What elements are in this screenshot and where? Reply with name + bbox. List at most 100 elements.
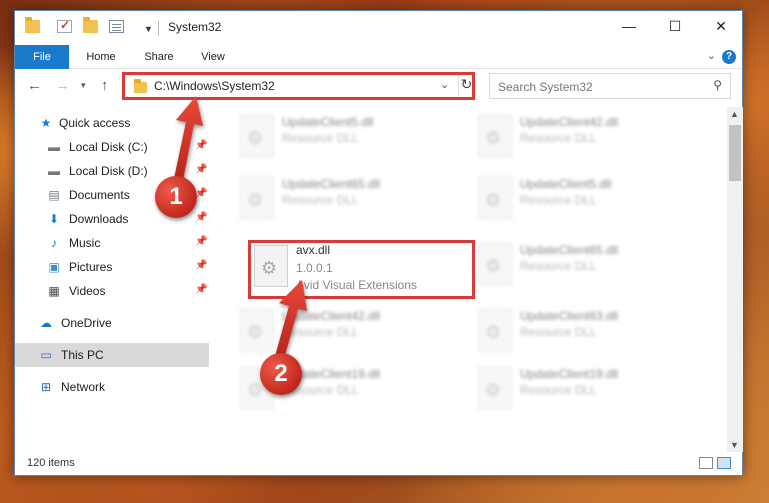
drive-icon: ▬ [48, 164, 60, 178]
back-arrow-icon[interactable]: ← [27, 77, 42, 94]
properties-icon[interactable] [109, 20, 124, 33]
tab-home[interactable]: Home [77, 45, 125, 69]
ribbon-tabs: File Home Share View ⌄ ? [15, 45, 742, 69]
nav-item-network[interactable]: ⊞ Network [15, 375, 209, 399]
details-view-icon[interactable] [699, 457, 713, 469]
search-box[interactable]: Search System32 ⚲ [489, 73, 731, 99]
dll-file-icon [240, 309, 274, 351]
file-tile[interactable]: UpdateClient65.dll Resource DLL [470, 239, 696, 293]
file-name: UpdateClient42.dll [520, 115, 619, 129]
up-arrow-icon[interactable]: ↑ [101, 77, 109, 94]
music-icon: ♪ [51, 236, 57, 250]
dll-file-icon [478, 309, 512, 351]
pin-icon[interactable]: 📌 [195, 212, 207, 223]
nav-label: Network [61, 380, 106, 394]
file-name: UpdateClient5.dll [282, 115, 374, 129]
status-bar: 120 items [15, 452, 742, 476]
nav-item-pictures[interactable]: ▣ Pictures 📌 [15, 255, 209, 279]
nav-label: This PC [61, 348, 104, 362]
nav-item-videos[interactable]: ▦ Videos 📌 [15, 279, 209, 303]
nav-label: Quick access [59, 116, 131, 130]
file-name: UpdateClient63.dll [520, 309, 619, 323]
file-tile[interactable]: UpdateClient19.dll Resource DLL [470, 363, 696, 417]
nav-item-onedrive[interactable]: ☁ OneDrive [15, 311, 209, 335]
step-2-badge: 2 [260, 353, 302, 395]
navigation-pane: ★ Quick access ▬ Local Disk (C:) 📌 ▬ Loc… [15, 107, 209, 447]
nav-item-quick-access[interactable]: ★ Quick access [15, 111, 209, 135]
tab-view[interactable]: View [191, 45, 235, 69]
dll-file-icon [478, 115, 512, 157]
recent-locations-icon[interactable]: ▾ [81, 80, 86, 91]
file-type: Resource DLL [282, 131, 359, 145]
search-icon[interactable]: ⚲ [713, 78, 722, 92]
tiles-view-icon[interactable] [717, 457, 731, 469]
new-folder-icon[interactable] [83, 17, 98, 33]
cloud-icon: ☁ [40, 316, 52, 330]
search-placeholder[interactable]: Search System32 [498, 80, 593, 94]
nav-label: OneDrive [61, 316, 112, 330]
file-tile[interactable]: UpdateClient5.dll Resource DLL [470, 173, 696, 227]
folder-icon [25, 17, 40, 33]
downloads-icon: ⬇ [48, 212, 60, 226]
scrollbar-thumb[interactable] [729, 125, 741, 181]
drive-icon: ▬ [48, 140, 60, 154]
properties-check-icon[interactable] [57, 18, 72, 33]
scroll-down-icon[interactable]: ▼ [730, 440, 739, 450]
nav-item-local-disk-c[interactable]: ▬ Local Disk (C:) 📌 [15, 135, 209, 159]
pin-icon[interactable]: 📌 [195, 140, 207, 151]
address-bar[interactable]: C:\Windows\System32 ⌄ ↻ [123, 73, 474, 99]
dll-file-icon [478, 367, 512, 409]
documents-icon: ▤ [48, 188, 60, 202]
file-list: UpdateClient5.dll Resource DLL UpdateCli… [232, 107, 724, 452]
nav-label: Videos [69, 284, 106, 298]
nav-label: Local Disk (D:) [69, 164, 148, 178]
refresh-icon[interactable]: ↻ [458, 76, 474, 96]
file-tile[interactable]: UpdateClient42.dll Resource DLL [232, 305, 458, 359]
file-highlight-box [248, 240, 475, 299]
nav-item-music[interactable]: ♪ Music 📌 [15, 231, 209, 255]
file-name: UpdateClient65.dll [282, 177, 381, 191]
tab-file[interactable]: File [15, 45, 69, 69]
computer-icon: ▭ [40, 348, 52, 362]
pin-icon[interactable]: 📌 [195, 236, 207, 247]
title-separator [158, 21, 159, 36]
dll-file-icon [240, 177, 274, 219]
file-tile[interactable]: UpdateClient63.dll Resource DLL [470, 305, 696, 359]
nav-label: Documents [69, 188, 130, 202]
nav-item-this-pc[interactable]: ▭ This PC [15, 343, 209, 367]
file-name: UpdateClient42.dll [282, 309, 381, 323]
nav-label: Downloads [69, 212, 129, 226]
address-dropdown-icon[interactable]: ⌄ [440, 78, 449, 91]
dll-file-icon [240, 115, 274, 157]
address-path[interactable]: C:\Windows\System32 [154, 79, 275, 93]
maximize-button[interactable]: ☐ [652, 11, 698, 41]
file-tile[interactable]: UpdateClient42.dll Resource DLL [470, 111, 696, 165]
minimize-button[interactable]: — [606, 11, 652, 41]
star-icon: ★ [40, 116, 52, 130]
pin-icon[interactable]: 📌 [195, 260, 207, 271]
file-tile[interactable]: UpdateClient65.dll Resource DLL [232, 173, 458, 227]
help-button[interactable]: ? [722, 50, 736, 64]
nav-label: Local Disk (C:) [69, 140, 148, 154]
file-type: Resource DLL [520, 325, 597, 339]
scroll-up-icon[interactable]: ▲ [730, 109, 739, 119]
file-type: Resource DLL [282, 193, 359, 207]
file-type: Resource DLL [282, 325, 359, 339]
file-name: UpdateClient65.dll [520, 243, 619, 257]
pin-icon[interactable]: 📌 [195, 164, 207, 175]
title-bar: ▼ System32 — ☐ ✕ [15, 11, 742, 45]
nav-label: Music [69, 236, 101, 250]
file-type: Resource DLL [520, 383, 597, 397]
forward-arrow-icon[interactable]: → [55, 77, 70, 94]
close-button[interactable]: ✕ [698, 11, 744, 41]
file-tile[interactable]: UpdateClient5.dll Resource DLL [232, 111, 458, 165]
nav-label: Pictures [69, 260, 113, 274]
navigation-bar: ← → ▾ ↑ C:\Windows\System32 ⌄ ↻ Search S… [15, 69, 742, 105]
vertical-scrollbar[interactable]: ▲ ▼ [727, 107, 743, 452]
videos-icon: ▦ [48, 284, 60, 298]
customize-toolbar-icon[interactable]: ▼ [144, 24, 153, 34]
tab-share[interactable]: Share [135, 45, 183, 69]
chevron-down-icon[interactable]: ⌄ [707, 49, 716, 62]
file-type: Resource DLL [520, 193, 597, 207]
pin-icon[interactable]: 📌 [195, 284, 207, 295]
